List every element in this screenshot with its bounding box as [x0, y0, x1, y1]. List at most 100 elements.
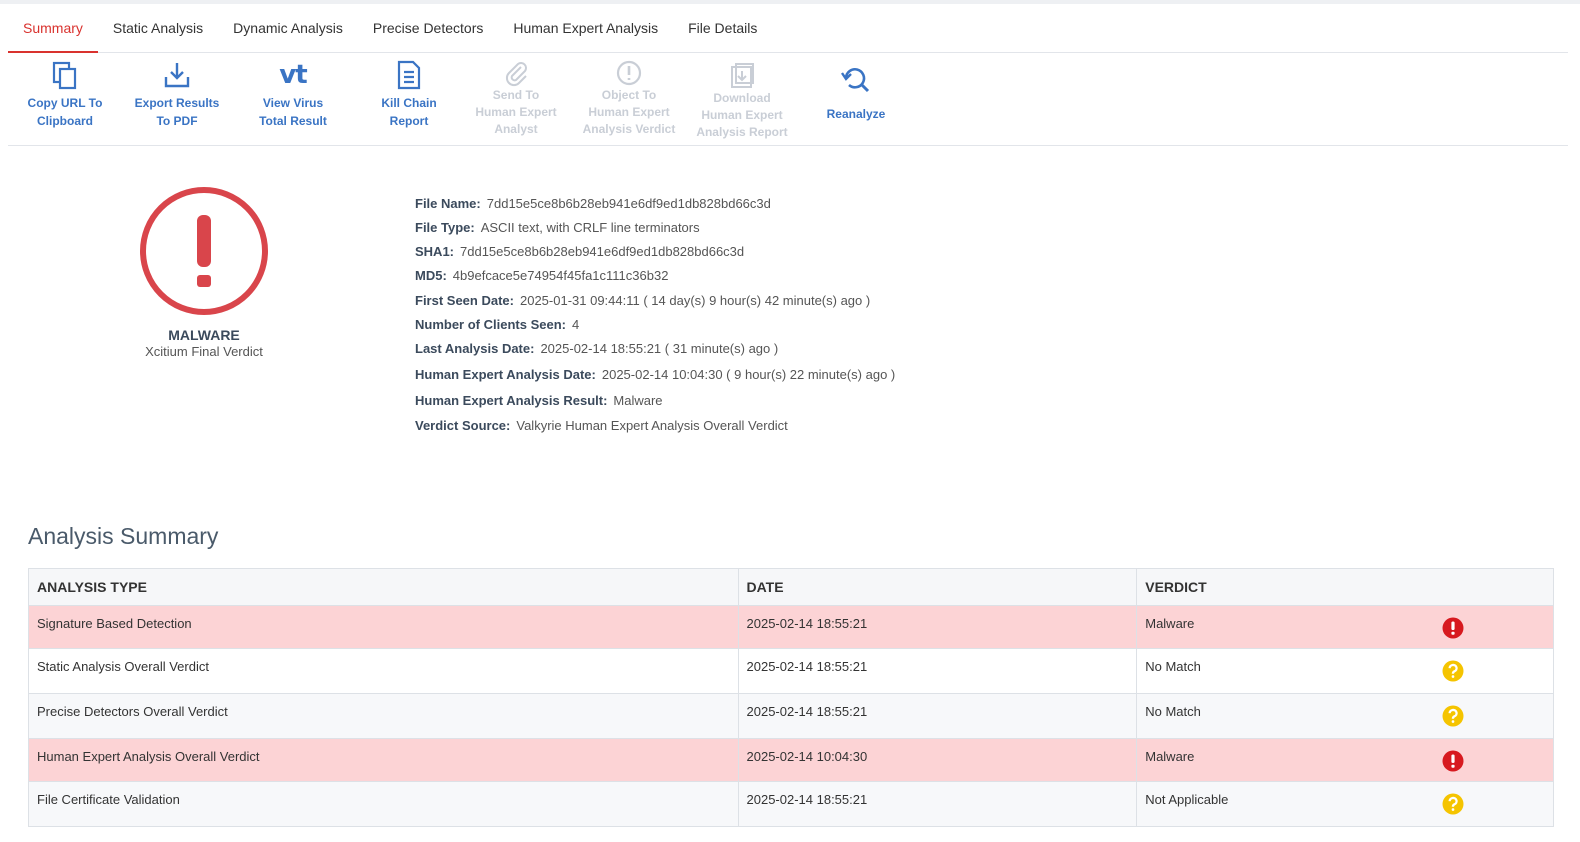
virustotal-glyph: vt — [279, 60, 307, 90]
cell-verdict: No Match — [1136, 648, 1433, 694]
table-row: Human Expert Analysis Overall Verdict 20… — [28, 738, 1554, 782]
detail-clients-seen: Number of Clients Seen: 4 — [415, 317, 579, 332]
detail-key: Human Expert Analysis Date: — [415, 367, 596, 382]
cell-status — [1432, 648, 1554, 694]
download-report-label-2: Human Expert — [701, 108, 783, 122]
detail-key: Last Analysis Date: — [415, 341, 535, 356]
cell-status — [1432, 693, 1554, 739]
detail-sha1: SHA1: 7dd15e5ce8b6b28eb941e6df9ed1db828bd… — [415, 244, 744, 259]
cell-date: 2025-02-14 18:55:21 — [737, 693, 1138, 739]
tab-dynamic-analysis[interactable]: Dynamic Analysis — [218, 4, 358, 53]
detail-value: 2025-02-14 10:04:30 ( 9 hour(s) 22 minut… — [601, 367, 896, 382]
detail-key: First Seen Date: — [415, 293, 514, 308]
cell-date: 2025-02-14 18:55:21 — [737, 781, 1138, 827]
virustotal-icon: vt — [236, 60, 350, 90]
cell-analysis-type: Precise Detectors Overall Verdict — [28, 693, 739, 739]
header-analysis-type: ANALYSIS TYPE — [28, 568, 739, 606]
detail-value: 4 — [571, 317, 580, 332]
final-verdict-sublabel: Xcitium Final Verdict — [145, 344, 263, 359]
cell-verdict: Not Applicable — [1136, 781, 1433, 827]
detail-value: 2025-01-31 09:44:11 ( 14 day(s) 9 hour(s… — [519, 293, 871, 308]
cell-status — [1432, 738, 1554, 782]
detail-value: Malware — [613, 393, 663, 408]
malware-alert-icon — [1442, 617, 1464, 639]
header-verdict: VERDICT — [1136, 568, 1554, 606]
table-row: Static Analysis Overall Verdict 2025-02-… — [28, 648, 1554, 694]
tab-summary[interactable]: Summary — [8, 4, 98, 53]
send-expert-label-1: Send To — [492, 88, 540, 102]
table-row: Precise Detectors Overall Verdict 2025-0… — [28, 693, 1554, 739]
copy-url-label-2: Clipboard — [37, 114, 93, 128]
export-pdf-button[interactable]: Export Results To PDF — [120, 54, 234, 146]
export-pdf-label-1: Export Results — [134, 96, 220, 110]
action-toolbar: Copy URL To Clipboard Export Results To … — [8, 54, 1568, 146]
table-row: Signature Based Detection 2025-02-14 18:… — [28, 605, 1554, 649]
detail-md5: MD5: 4b9efcace5e74954f45fa1c111c36b32 — [415, 268, 668, 283]
detail-expert-date: Human Expert Analysis Date: 2025-02-14 10… — [415, 367, 895, 382]
copy-url-button[interactable]: Copy URL To Clipboard — [8, 54, 122, 146]
detail-key: SHA1: — [415, 244, 455, 259]
copy-url-label-1: Copy URL To — [27, 96, 103, 110]
send-expert-label-2: Human Expert — [475, 105, 557, 119]
malware-alert-icon — [1442, 750, 1464, 772]
detail-value: ASCII text, with CRLF line terminators — [480, 220, 700, 235]
detail-value: 7dd15e5ce8b6b28eb941e6df9ed1db828bd66c3d — [486, 196, 771, 211]
object-verdict-label-1: Object To — [601, 88, 657, 102]
export-pdf-label-2: To PDF — [156, 114, 198, 128]
detail-value: 4b9efcace5e74954f45fa1c111c36b32 — [452, 268, 669, 283]
detail-verdict-source: Verdict Source: Valkyrie Human Expert Ana… — [415, 418, 788, 433]
send-to-expert-button[interactable]: Send To Human Expert Analyst — [459, 54, 573, 146]
cell-analysis-type: Static Analysis Overall Verdict — [28, 648, 739, 694]
detail-last-analysis: Last Analysis Date: 2025-02-14 18:55:21 (… — [415, 341, 778, 356]
analysis-summary-table: ANALYSIS TYPE DATE VERDICT Signature Bas… — [28, 568, 1554, 827]
refresh-search-icon — [799, 64, 913, 94]
download-tray-icon — [120, 60, 234, 90]
tab-precise-detectors[interactable]: Precise Detectors — [358, 4, 498, 53]
reanalyze-label: Reanalyze — [826, 107, 886, 121]
detail-key: File Name: — [415, 196, 481, 211]
cell-status — [1432, 781, 1554, 827]
cell-status — [1432, 605, 1554, 649]
cell-date: 2025-02-14 10:04:30 — [737, 738, 1138, 782]
exclamation-circle-icon — [138, 185, 270, 317]
detail-first-seen: First Seen Date: 2025-01-31 09:44:11 ( 14… — [415, 293, 870, 308]
kill-chain-label-1: Kill Chain — [381, 96, 437, 110]
cell-analysis-type: File Certificate Validation — [28, 781, 739, 827]
send-expert-label-3: Analyst — [494, 122, 538, 136]
object-verdict-label-2: Human Expert — [588, 105, 670, 119]
copy-icon — [8, 60, 122, 90]
download-report-label-1: Download — [713, 91, 771, 105]
table-header-row: ANALYSIS TYPE DATE VERDICT — [28, 568, 1554, 606]
cell-analysis-type: Human Expert Analysis Overall Verdict — [28, 738, 739, 782]
analysis-summary-title: Analysis Summary — [28, 523, 219, 549]
cell-analysis-type: Signature Based Detection — [28, 605, 739, 649]
kill-chain-report-button[interactable]: Kill Chain Report — [352, 54, 466, 146]
download-expert-report-button[interactable]: Download Human Expert Analysis Report — [685, 54, 799, 146]
object-verdict-button[interactable]: Object To Human Expert Analysis Verdict — [572, 54, 686, 146]
detail-value: Valkyrie Human Expert Analysis Overall V… — [516, 418, 788, 433]
question-circle-icon — [1442, 793, 1464, 815]
table-row: File Certificate Validation 2025-02-14 1… — [28, 781, 1554, 827]
view-virustotal-button[interactable]: vt View Virus Total Result — [236, 54, 350, 146]
question-circle-icon — [1442, 660, 1464, 682]
cell-date: 2025-02-14 18:55:21 — [737, 648, 1138, 694]
detail-key: Verdict Source: — [415, 418, 511, 433]
detail-file-type: File Type: ASCII text, with CRLF line ter… — [415, 220, 700, 235]
reanalyze-button[interactable]: Reanalyze — [799, 54, 913, 146]
detail-expert-result: Human Expert Analysis Result: Malware — [415, 393, 663, 408]
download-box-icon — [685, 61, 799, 91]
cell-verdict: Malware — [1136, 738, 1433, 782]
tab-file-details[interactable]: File Details — [673, 4, 772, 53]
object-verdict-label-3: Analysis Verdict — [582, 122, 676, 136]
cell-date: 2025-02-14 18:55:21 — [737, 605, 1138, 649]
virustotal-label-2: Total Result — [259, 114, 327, 128]
detail-key: MD5: — [415, 268, 447, 283]
tab-human-expert-analysis[interactable]: Human Expert Analysis — [498, 4, 673, 53]
question-circle-icon — [1442, 705, 1464, 727]
document-icon — [352, 60, 466, 90]
virustotal-label-1: View Virus — [262, 96, 324, 110]
download-report-label-3: Analysis Report — [696, 125, 788, 139]
kill-chain-label-2: Report — [389, 114, 429, 128]
detail-key: Number of Clients Seen: — [415, 317, 566, 332]
tab-static-analysis[interactable]: Static Analysis — [98, 4, 218, 53]
